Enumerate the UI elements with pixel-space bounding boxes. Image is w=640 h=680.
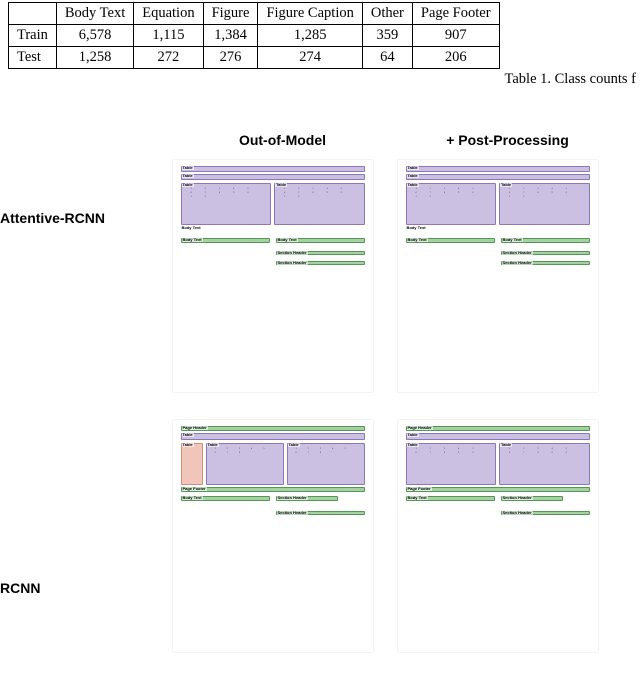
col-header-post-processing: + Post-Processing: [395, 132, 620, 148]
region-label: Page Footer: [182, 486, 207, 491]
grid-row-rcnn: RCNN Page Header Table Table Table123456…: [0, 420, 640, 652]
cell: 1,384: [203, 25, 258, 47]
figure-grid: Out-of-Model + Post-Processing Attentive…: [0, 132, 640, 680]
region-label: Table: [407, 432, 419, 437]
cell: 1,285: [258, 25, 362, 47]
region-label: Table: [182, 173, 194, 178]
region-label: Table: [500, 182, 512, 187]
region-label: Table: [182, 165, 194, 170]
table-row: Test 1,258 272 276 274 64 206: [9, 47, 500, 69]
row-label-train: Train: [9, 25, 57, 47]
region-label: Table: [182, 182, 194, 187]
region-label: Table: [407, 165, 419, 170]
region-label: Table: [182, 442, 194, 447]
region-label: Body Text: [277, 237, 298, 242]
cell: 359: [362, 25, 412, 47]
doc-preview-attentive-post: Table Table Table123456789012 Table12345…: [398, 160, 598, 392]
cell: 274: [258, 47, 362, 69]
region-label: Table: [407, 182, 419, 187]
doc-preview-rcnn-post: Page Header Table Table1234567890 Table1…: [398, 420, 598, 652]
table-row: Train 6,578 1,115 1,384 1,285 359 907: [9, 25, 500, 47]
region-label: Page Footer: [407, 486, 432, 491]
region-label: Table: [407, 442, 419, 447]
region-label: Body Text: [502, 237, 523, 242]
doc-preview-rcnn-out: Page Header Table Table Table12345678 Ta…: [173, 420, 373, 652]
col-header-out-of-model: Out-of-Model: [170, 132, 395, 148]
cell: 1,258: [56, 47, 133, 69]
row-header-attentive-rcnn: Attentive-RCNN: [0, 160, 160, 226]
region-label: Body Text: [406, 225, 427, 230]
header-blank: [9, 3, 57, 25]
region-label: Body Text: [182, 237, 203, 242]
region-label: Section Header: [502, 260, 533, 265]
grid-row-attentive-rcnn: Attentive-RCNN Table Table Table12345678…: [0, 160, 640, 392]
cell: 6,578: [56, 25, 133, 47]
region-label: Table: [288, 442, 300, 447]
doc-preview-attentive-out: Table Table Table123456789012 Table12345…: [173, 160, 373, 392]
table-caption: Table 1. Class counts f: [0, 71, 640, 88]
header-other: Other: [362, 3, 412, 25]
region-label: Section Header: [502, 495, 533, 500]
region-label: Section Header: [277, 510, 308, 515]
region-label: Table: [275, 182, 287, 187]
region-label: Table: [500, 442, 512, 447]
region-label: Section Header: [277, 260, 308, 265]
region-label: Section Header: [502, 510, 533, 515]
region-label: Table: [182, 432, 194, 437]
region-label: Table: [407, 173, 419, 178]
header-body-text: Body Text: [56, 3, 133, 25]
cell: 64: [362, 47, 412, 69]
region-label: Section Header: [277, 495, 308, 500]
cell: 276: [203, 47, 258, 69]
region-label: Body Text: [407, 495, 428, 500]
cell: 272: [134, 47, 203, 69]
region-label: Body Text: [181, 225, 202, 230]
region-label: Table: [207, 442, 219, 447]
row-label-test: Test: [9, 47, 57, 69]
region-label: Body Text: [182, 495, 203, 500]
cell: 1,115: [134, 25, 203, 47]
row-header-rcnn: RCNN: [0, 420, 160, 596]
column-headers: Out-of-Model + Post-Processing: [0, 132, 640, 148]
region-label: Page Header: [182, 425, 208, 430]
region-label: Section Header: [277, 250, 308, 255]
region-label: Page Header: [407, 425, 433, 430]
cell: 206: [412, 47, 499, 69]
header-figure-caption: Figure Caption: [258, 3, 362, 25]
cell: 907: [412, 25, 499, 47]
header-equation: Equation: [134, 3, 203, 25]
header-figure: Figure: [203, 3, 258, 25]
region-label: Section Header: [502, 250, 533, 255]
header-page-footer: Page Footer: [412, 3, 499, 25]
region-label: Body Text: [407, 237, 428, 242]
class-counts-table: Body Text Equation Figure Figure Caption…: [8, 2, 500, 69]
